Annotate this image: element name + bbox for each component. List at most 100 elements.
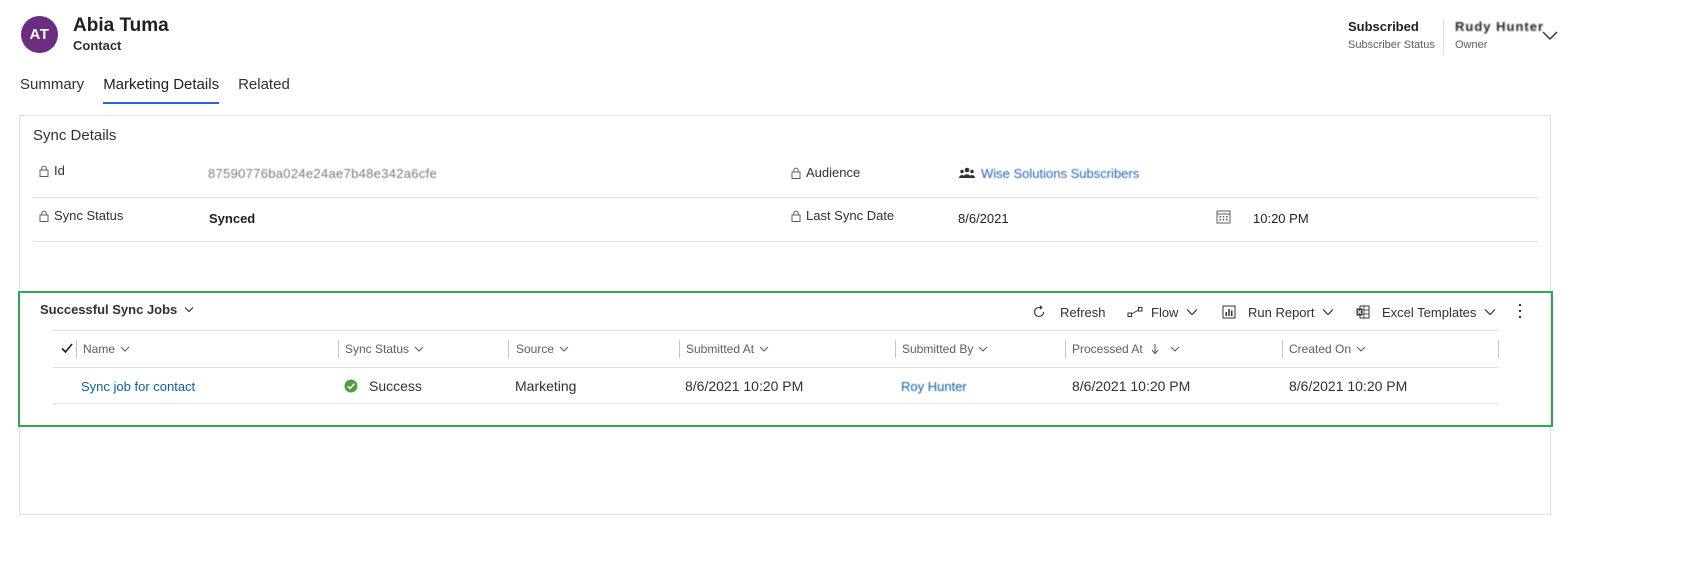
column-separator xyxy=(338,340,339,358)
row-created-on: 8/6/2021 10:20 PM xyxy=(1289,378,1408,394)
chevron-down-icon[interactable] xyxy=(1356,346,1366,352)
refresh-icon xyxy=(1033,305,1045,318)
subscriber-status-field: Subscribed Subscriber Status xyxy=(1348,19,1435,51)
lock-icon xyxy=(39,210,49,222)
last-sync-label: Last Sync Date xyxy=(791,208,894,223)
tab-summary[interactable]: Summary xyxy=(20,76,84,104)
grid-header: Name Sync Status Source Submitted At Sub… xyxy=(53,330,1499,368)
tab-related[interactable]: Related xyxy=(238,76,290,104)
column-separator xyxy=(1282,340,1283,358)
excel-templates-label[interactable]: Excel Templates xyxy=(1382,305,1476,320)
sync-status-label-text: Sync Status xyxy=(54,208,124,223)
column-separator xyxy=(679,340,680,358)
audience-label-text: Audience xyxy=(806,165,861,180)
owner-field[interactable]: Rudy Hunter Owner xyxy=(1455,19,1544,51)
chevron-down-icon[interactable] xyxy=(184,306,194,313)
field-row-id-audience: Id 87590776ba024e24ae7b48e342a6cfe Audie… xyxy=(33,154,1538,198)
column-header-submitted-by[interactable]: Submitted By xyxy=(902,331,988,367)
flow-icon xyxy=(1127,307,1143,317)
section-title: Sync Details xyxy=(33,127,117,144)
row-submitted-by-link[interactable]: Roy Hunter xyxy=(901,368,967,404)
audience-label: Audience xyxy=(791,165,860,180)
tab-marketing-details[interactable]: Marketing Details xyxy=(103,76,219,104)
record-header: AT Abia Tuma Contact Subscribed Subscrib… xyxy=(0,0,1702,70)
id-label-text: Id xyxy=(54,163,65,178)
flow-label[interactable]: Flow xyxy=(1151,305,1178,320)
avatar: AT xyxy=(21,16,58,53)
audience-lookup[interactable]: Wise Solutions Subscribers xyxy=(959,166,1139,181)
success-check-icon xyxy=(344,379,358,393)
column-header-sync-status[interactable]: Sync Status xyxy=(345,331,424,367)
excel-icon xyxy=(1356,305,1370,319)
column-header-label[interactable]: Processed At xyxy=(1072,342,1143,356)
lock-icon xyxy=(791,167,801,179)
column-separator xyxy=(895,340,896,358)
chevron-down-icon[interactable] xyxy=(120,346,130,352)
chevron-down-icon[interactable] xyxy=(1322,308,1334,316)
table-row[interactable]: Sync job for contact Success Marketing 8… xyxy=(53,368,1498,404)
column-separator xyxy=(1065,340,1066,358)
last-sync-time-value: 10:20 PM xyxy=(1253,211,1309,226)
tab-list: Summary Marketing Details Related xyxy=(20,76,309,104)
chevron-down-icon[interactable] xyxy=(759,346,769,352)
chevron-down-icon[interactable] xyxy=(978,346,988,352)
column-header-label[interactable]: Submitted By xyxy=(902,342,973,356)
sync-status-label: Sync Status xyxy=(39,208,123,223)
column-separator xyxy=(1498,340,1499,358)
subscriber-status-label: Subscriber Status xyxy=(1348,39,1435,51)
column-header-label[interactable]: Name xyxy=(83,342,115,356)
more-commands-icon[interactable] xyxy=(1514,299,1526,323)
subgrid-title[interactable]: Successful Sync Jobs xyxy=(40,302,177,317)
column-header-created-on[interactable]: Created On xyxy=(1289,331,1366,367)
row-sync-status-text: Success xyxy=(369,378,422,394)
row-source: Marketing xyxy=(515,378,577,394)
excel-templates-button[interactable]: Excel Templates xyxy=(1356,299,1496,325)
owner-value[interactable]: Rudy Hunter xyxy=(1455,19,1544,34)
successful-sync-jobs-subgrid: Successful Sync Jobs Refresh Flow Run Re xyxy=(18,291,1553,427)
row-submitted-at: 8/6/2021 10:20 PM xyxy=(685,378,804,394)
chevron-down-icon[interactable] xyxy=(414,346,424,352)
chevron-down-icon[interactable] xyxy=(1170,346,1180,352)
expand-header-chevron-icon[interactable] xyxy=(1541,29,1559,41)
owner-label: Owner xyxy=(1455,39,1488,51)
column-separator xyxy=(76,340,77,358)
id-label: Id xyxy=(39,163,65,178)
row-sync-status: Success xyxy=(344,368,422,404)
run-report-label[interactable]: Run Report xyxy=(1248,305,1314,320)
select-all-checkmark-icon[interactable] xyxy=(60,341,74,355)
sort-descending-arrow-icon[interactable] xyxy=(1150,343,1160,355)
column-header-label[interactable]: Submitted At xyxy=(686,342,754,356)
last-sync-label-text: Last Sync Date xyxy=(806,208,895,223)
view-selector[interactable]: Successful Sync Jobs xyxy=(40,302,194,317)
report-icon xyxy=(1222,305,1236,319)
chevron-down-icon[interactable] xyxy=(1186,308,1198,316)
audience-link[interactable]: Wise Solutions Subscribers xyxy=(981,166,1139,181)
row-processed-at: 8/6/2021 10:20 PM xyxy=(1072,378,1191,394)
column-header-processed-at[interactable]: Processed At xyxy=(1072,331,1180,367)
people-icon xyxy=(959,167,975,178)
record-name: Abia Tuma xyxy=(73,15,169,36)
lock-icon xyxy=(791,210,801,222)
flow-button[interactable]: Flow xyxy=(1127,299,1198,325)
chevron-down-icon[interactable] xyxy=(559,346,569,352)
last-sync-date-value: 8/6/2021 xyxy=(958,211,1009,226)
column-header-submitted-at[interactable]: Submitted At xyxy=(686,331,769,367)
column-header-label[interactable]: Created On xyxy=(1289,342,1351,356)
refresh-label[interactable]: Refresh xyxy=(1060,305,1106,320)
field-row-status-date: Sync Status Synced Last Sync Date 8/6/20… xyxy=(33,198,1538,242)
refresh-button[interactable]: Refresh xyxy=(1032,299,1106,325)
run-report-button[interactable]: Run Report xyxy=(1222,299,1334,325)
subscriber-status-value: Subscribed xyxy=(1348,19,1419,34)
column-header-label[interactable]: Source xyxy=(516,342,554,356)
record-type: Contact xyxy=(73,38,122,53)
header-divider xyxy=(1443,19,1444,55)
calendar-icon xyxy=(1216,210,1231,224)
column-header-label[interactable]: Sync Status xyxy=(345,342,409,356)
column-header-name[interactable]: Name xyxy=(83,331,130,367)
sync-status-value: Synced xyxy=(209,211,256,226)
chevron-down-icon[interactable] xyxy=(1484,308,1496,316)
row-name-link[interactable]: Sync job for contact xyxy=(81,368,195,404)
id-value: 87590776ba024e24ae7b48e342a6cfe xyxy=(208,166,438,181)
lock-icon xyxy=(39,165,49,177)
column-header-source[interactable]: Source xyxy=(516,331,569,367)
